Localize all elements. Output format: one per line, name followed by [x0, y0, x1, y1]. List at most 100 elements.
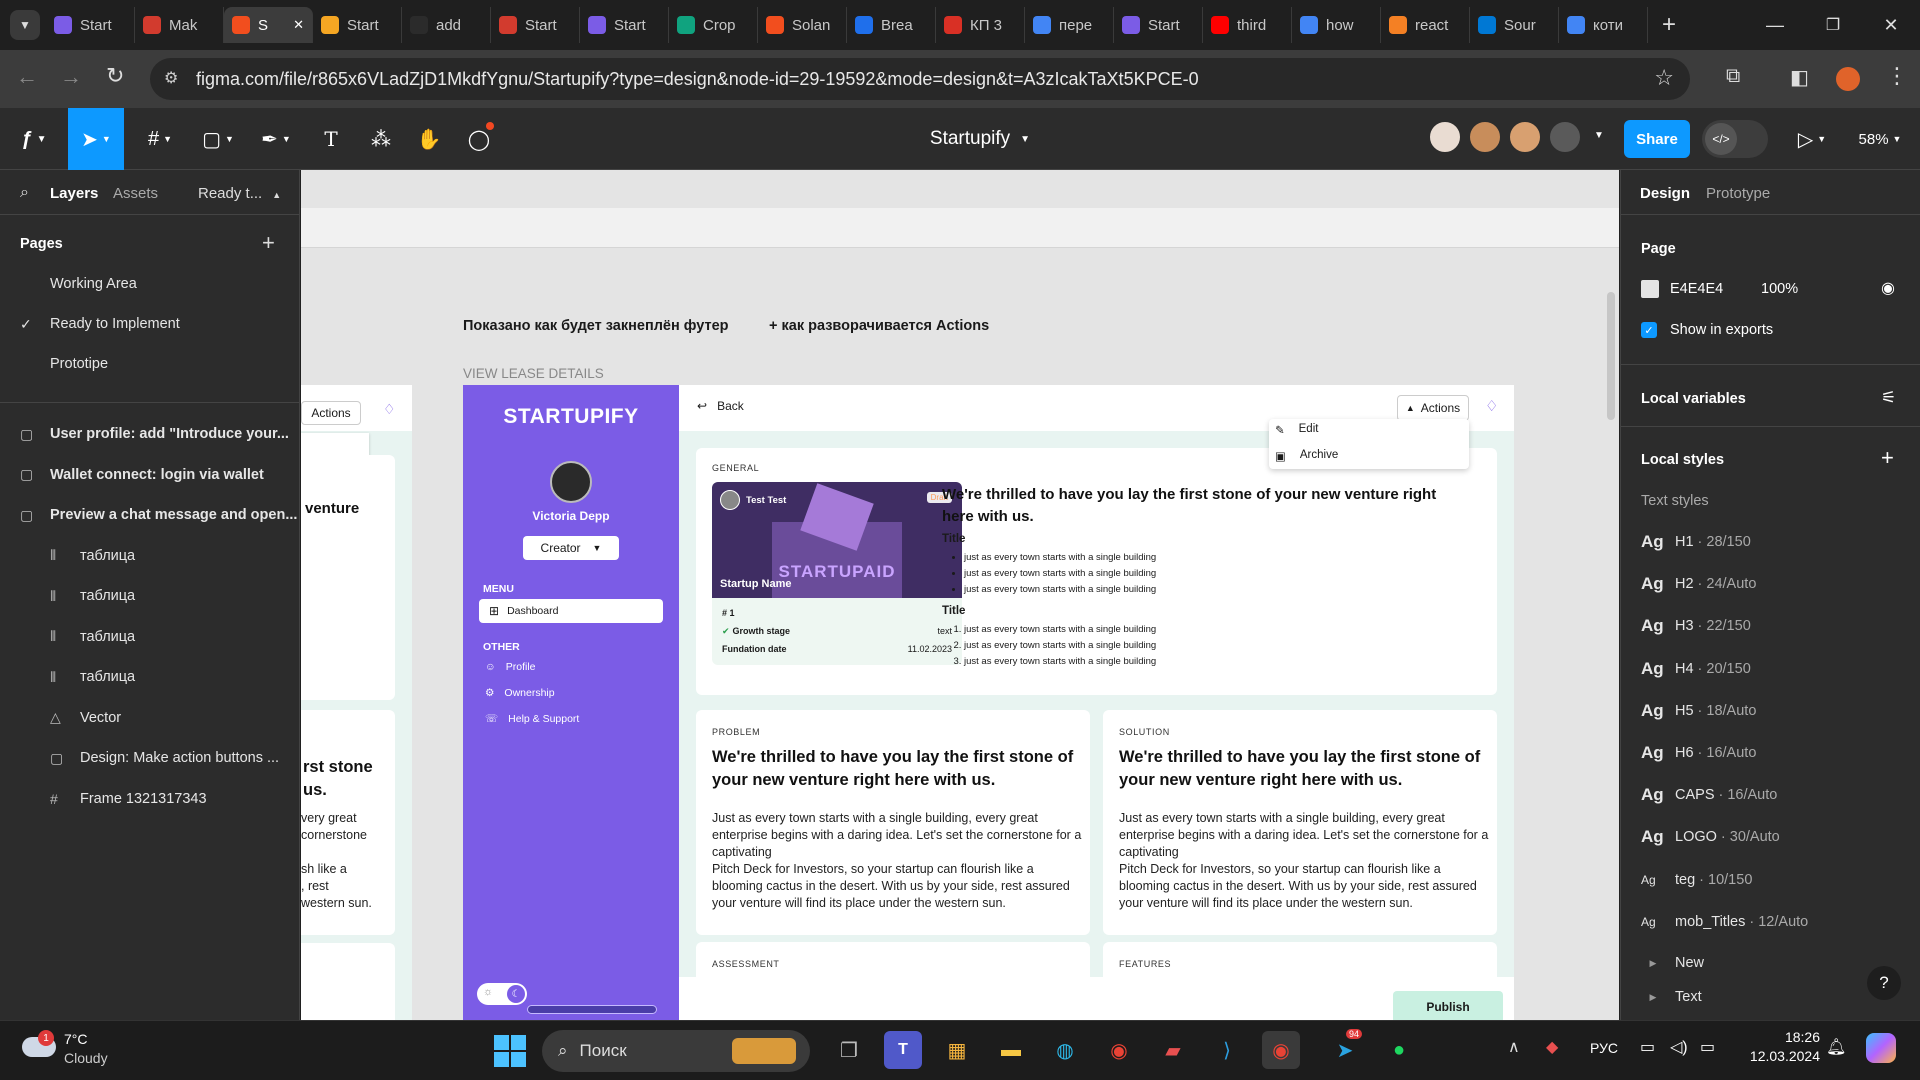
menu-dots-icon[interactable]: ⋮: [1886, 63, 1908, 89]
page-color-value[interactable]: E4E4E4: [1670, 281, 1723, 297]
browser-tab[interactable]: add: [402, 7, 491, 43]
chrome-icon[interactable]: ◉: [1100, 1031, 1138, 1069]
git-app-icon[interactable]: ▰: [1154, 1031, 1192, 1069]
extensions-icon[interactable]: ⧉: [1726, 65, 1740, 88]
text-style-item[interactable]: Ag H5 · 18/Auto: [1641, 696, 1756, 726]
browser-tab[interactable]: КП 3: [936, 7, 1025, 43]
avatar[interactable]: [1468, 120, 1502, 154]
maximize-button[interactable]: ❐: [1804, 15, 1862, 35]
text-style-item[interactable]: Ag teg · 10/150: [1641, 865, 1752, 895]
pen-tool-button[interactable]: ✒ ▼: [256, 122, 296, 156]
variables-icon[interactable]: ⚟: [1881, 388, 1896, 408]
frame-tool-button[interactable]: # ▼: [140, 122, 180, 156]
browser-tab[interactable]: Solan: [758, 7, 847, 43]
task-view-icon[interactable]: ❐: [830, 1031, 868, 1069]
close-tab-icon[interactable]: ✕: [293, 17, 304, 33]
avatar[interactable]: [1548, 120, 1582, 154]
layer-row[interactable]: ▢ Design: Make action buttons ...: [0, 738, 300, 778]
layer-row[interactable]: ▢ Preview a chat message and open...: [0, 495, 300, 535]
publish-button[interactable]: Publish: [1393, 991, 1503, 1020]
add-page-button[interactable]: +: [262, 230, 275, 256]
menu-item-profile[interactable]: ☺ Profile: [485, 661, 536, 673]
store-icon[interactable]: ▦: [938, 1031, 976, 1069]
layer-row[interactable]: ▢ User profile: add "Introduce your...: [0, 414, 300, 454]
back-button[interactable]: ↩ Back: [697, 399, 744, 413]
browser-tab[interactable]: Start: [1114, 7, 1203, 43]
file-title[interactable]: Startupify ▼: [880, 122, 1080, 156]
share-button[interactable]: Share: [1624, 120, 1690, 158]
url-bar[interactable]: ⚙ figma.com/file/r865x6VLadZjD1MkdfYgnu/…: [150, 58, 1690, 100]
local-variables-heading[interactable]: Local variables: [1641, 391, 1746, 407]
layer-row[interactable]: △ Vector: [0, 698, 300, 738]
comment-tool-button[interactable]: ◯: [464, 122, 494, 156]
text-style-item[interactable]: Ag H4 · 20/150: [1641, 654, 1751, 684]
partial-frame[interactable]: Actions ♢ venture rst stone us. very gre…: [301, 385, 412, 1020]
clock[interactable]: 18:26 12.03.2024: [1740, 1029, 1820, 1064]
reload-icon[interactable]: ↻: [106, 63, 124, 89]
notifications-bell-icon[interactable]: 🔔︎: [1826, 1037, 1846, 1057]
layer-row[interactable]: ▢ Wallet connect: login via wallet: [0, 455, 300, 495]
vscode-icon[interactable]: ⟩: [1208, 1031, 1246, 1069]
star-icon[interactable]: ☆: [1654, 65, 1674, 91]
present-button[interactable]: ▷ ▼: [1792, 122, 1832, 156]
browser-tab[interactable]: Start: [46, 7, 135, 43]
resources-button[interactable]: ⁂: [366, 122, 396, 156]
tab-prototype[interactable]: Prototype: [1706, 185, 1770, 202]
shape-tool-button[interactable]: ▢ ▼: [198, 122, 238, 156]
layer-row[interactable]: ⦀ таблица: [0, 617, 300, 657]
browser-tab[interactable]: Mak: [135, 7, 224, 43]
site-info-icon[interactable]: ⚙: [164, 68, 178, 88]
spotify-icon[interactable]: ●: [1380, 1031, 1418, 1069]
browser-tab[interactable]: Start: [491, 7, 580, 43]
menu-item-help[interactable]: ☏ Help & Support: [485, 713, 579, 725]
bell-icon[interactable]: ♢: [383, 401, 396, 418]
page-item[interactable]: Working Area: [0, 264, 300, 304]
chrome-active-icon[interactable]: ◉: [1262, 1031, 1300, 1069]
layer-row[interactable]: ⦀ таблица: [0, 576, 300, 616]
collaborator-avatars[interactable]: ▼: [1424, 108, 1624, 170]
actions-button[interactable]: ▲ Actions: [1397, 395, 1469, 421]
hand-tool-button[interactable]: ✋: [414, 122, 444, 156]
browser-tab[interactable]: Crop: [669, 7, 758, 43]
move-tool-button[interactable]: ➤ ▼: [68, 108, 124, 170]
scroll-indicator[interactable]: [527, 1005, 657, 1014]
bell-icon[interactable]: ♢: [1485, 397, 1498, 415]
help-button[interactable]: ?: [1867, 966, 1901, 1000]
close-window-button[interactable]: ✕: [1862, 15, 1920, 36]
layer-row[interactable]: # Frame 1321317343: [0, 779, 300, 819]
menu-item-ownership[interactable]: ⚙ Ownership: [485, 687, 555, 699]
main-menu-button[interactable]: ƒ ▼: [14, 122, 54, 156]
browser-tab[interactable]: Sour: [1470, 7, 1559, 43]
dropdown-item-edit[interactable]: ✎ Edit: [1275, 423, 1318, 437]
actions-button[interactable]: Actions: [301, 401, 361, 425]
battery-icon[interactable]: ▭: [1700, 1037, 1715, 1057]
sidepanel-icon[interactable]: ◧: [1790, 65, 1809, 90]
user-avatar[interactable]: [550, 461, 592, 503]
browser-tab[interactable]: react: [1381, 7, 1470, 43]
style-group-new[interactable]: ▶ New: [1641, 948, 1704, 978]
browser-tab[interactable]: third: [1203, 7, 1292, 43]
network-icon[interactable]: ▭: [1640, 1037, 1655, 1057]
browser-tab[interactable]: пере: [1025, 7, 1114, 43]
weather-widget[interactable]: 1 7°C Cloudy: [20, 1029, 160, 1073]
page-item[interactable]: Prototipe: [0, 344, 300, 384]
role-select[interactable]: Creator ▼: [523, 536, 619, 560]
text-style-item[interactable]: Ag mob_Titles · 12/Auto: [1641, 907, 1808, 937]
app-frame[interactable]: STARTUPIFY Victoria Depp Creator ▼ MENU ⊞…: [463, 385, 1514, 1020]
page-switcher[interactable]: Ready t... ▲: [198, 185, 281, 202]
tab-design[interactable]: Design: [1640, 185, 1690, 202]
page-color-swatch[interactable]: [1641, 280, 1659, 298]
telegram-icon[interactable]: ➤ 94: [1326, 1029, 1364, 1069]
theme-toggle[interactable]: ☼ ☾: [477, 983, 527, 1005]
browser-tab[interactable]: Brea: [847, 7, 936, 43]
avatar[interactable]: [1508, 120, 1542, 154]
explorer-icon[interactable]: ▬: [992, 1031, 1030, 1069]
dev-mode-toggle[interactable]: </>: [1702, 120, 1768, 158]
taskbar-search[interactable]: ⌕ Поиск: [542, 1030, 810, 1072]
new-tab-button[interactable]: +: [1662, 11, 1676, 39]
start-button[interactable]: [494, 1035, 526, 1067]
layer-row[interactable]: ⦀ таблица: [0, 536, 300, 576]
text-style-item[interactable]: Ag LOGO · 30/Auto: [1641, 822, 1780, 852]
avatar[interactable]: [1428, 120, 1462, 154]
back-arrow-icon[interactable]: ←: [16, 64, 38, 90]
